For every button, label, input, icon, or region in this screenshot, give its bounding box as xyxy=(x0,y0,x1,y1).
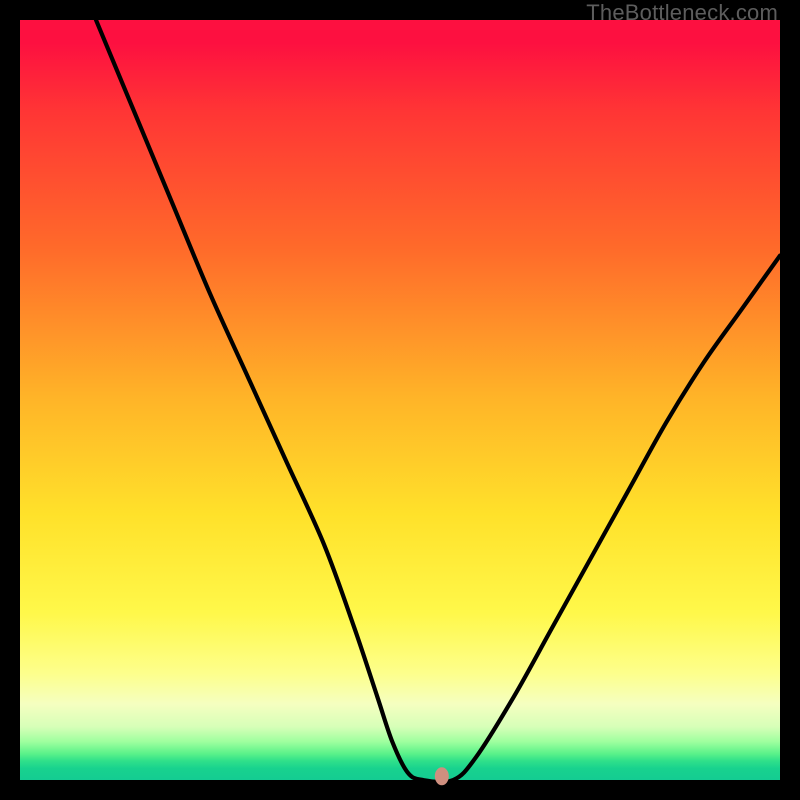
optimum-marker xyxy=(435,767,449,785)
bottleneck-curve xyxy=(96,20,780,782)
chart-frame: TheBottleneck.com xyxy=(0,0,800,800)
chart-overlay xyxy=(20,20,780,780)
watermark-text: TheBottleneck.com xyxy=(586,0,778,26)
